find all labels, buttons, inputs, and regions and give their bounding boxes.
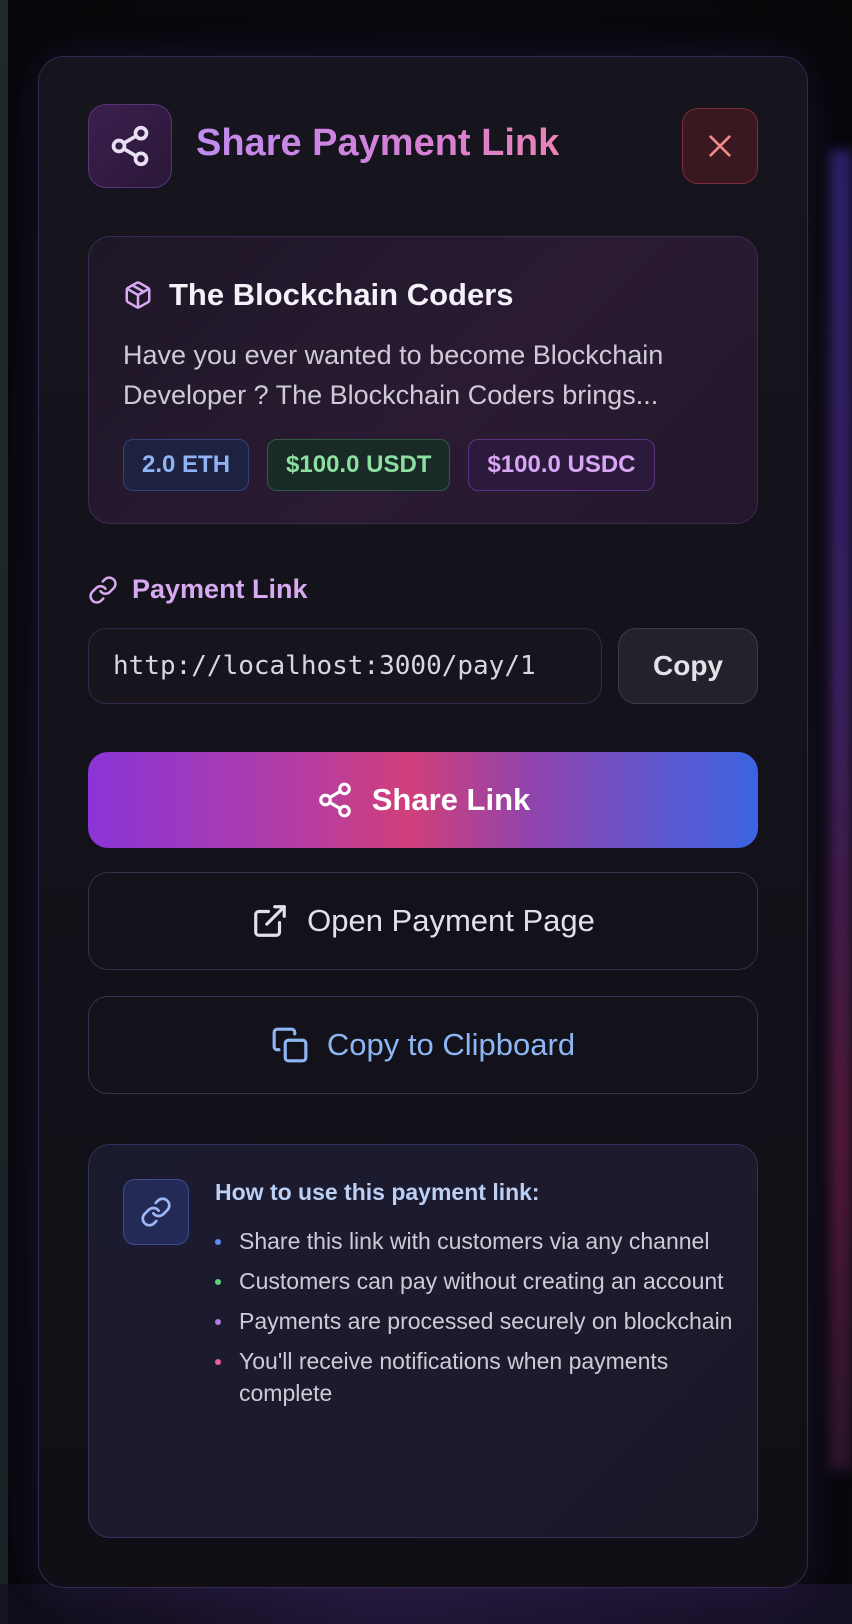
background-glow (830, 150, 852, 1470)
product-description: Have you ever wanted to become Blockchai… (123, 340, 664, 410)
modal-title: Share Payment Link (196, 122, 560, 164)
list-item: Customers can pay without creating an ac… (215, 1265, 735, 1297)
price-badge-usdt: $100.0 USDT (267, 439, 451, 491)
bullet-dot (215, 1319, 221, 1325)
product-name-row: The Blockchain Coders (123, 277, 514, 313)
list-item: Payments are processed securely on block… (215, 1305, 735, 1337)
list-item-text: You'll receive notifications when paymen… (239, 1348, 669, 1406)
list-item-text: Payments are processed securely on block… (239, 1308, 733, 1334)
bullet-dot (215, 1279, 221, 1285)
close-button[interactable] (682, 108, 758, 184)
info-list: Share this link with customers via any c… (215, 1225, 735, 1417)
copy-icon (272, 1027, 308, 1063)
payment-link-label: Payment Link (132, 574, 308, 604)
price-badge-usdc: $100.0 USDC (468, 439, 655, 491)
price-badge-eth: 2.0 ETH (123, 439, 250, 491)
info-link-icon-badge (123, 1179, 189, 1245)
modal-header: Share Payment Link (88, 104, 758, 188)
share-link-button[interactable]: Share Link (88, 752, 758, 848)
bullet-dot (215, 1359, 221, 1365)
link-icon (141, 1197, 171, 1227)
payment-link-input[interactable] (88, 628, 602, 704)
close-icon (709, 135, 731, 157)
share-icon (318, 782, 351, 818)
list-item-text: Customers can pay without creating an ac… (239, 1268, 724, 1294)
copy-to-clipboard-button[interactable]: Copy to Clipboard (88, 996, 758, 1094)
payment-link-label-row: Payment Link (88, 574, 308, 605)
background-window-edge (0, 0, 8, 1624)
share-icon-badge (88, 104, 172, 188)
usage-info-card: How to use this payment link: Share this… (88, 1144, 758, 1538)
bullet-dot (215, 1239, 221, 1245)
product-name: The Blockchain Coders (169, 277, 514, 312)
package-icon (125, 281, 151, 309)
list-item-text: Share this link with customers via any c… (239, 1228, 710, 1254)
open-payment-page-button[interactable]: Open Payment Page (88, 872, 758, 970)
external-link-icon (254, 905, 286, 937)
link-icon (89, 575, 117, 604)
info-title: How to use this payment link: (215, 1179, 540, 1205)
list-item: Share this link with customers via any c… (215, 1225, 735, 1257)
list-item: You'll receive notifications when paymen… (215, 1345, 735, 1409)
product-card: The Blockchain Coders Have you ever want… (88, 236, 758, 524)
copy-to-clipboard-label: Copy to Clipboard (326, 1027, 576, 1062)
open-payment-page-label: Open Payment Page (307, 903, 595, 938)
share-link-label: Share Link (371, 782, 531, 817)
price-badges: 2.0 ETH $100.0 USDT $100.0 USDC (123, 439, 655, 491)
copy-button[interactable]: Copy (618, 628, 758, 704)
share-icon (111, 125, 149, 167)
background-bottom-glow (0, 1584, 852, 1624)
